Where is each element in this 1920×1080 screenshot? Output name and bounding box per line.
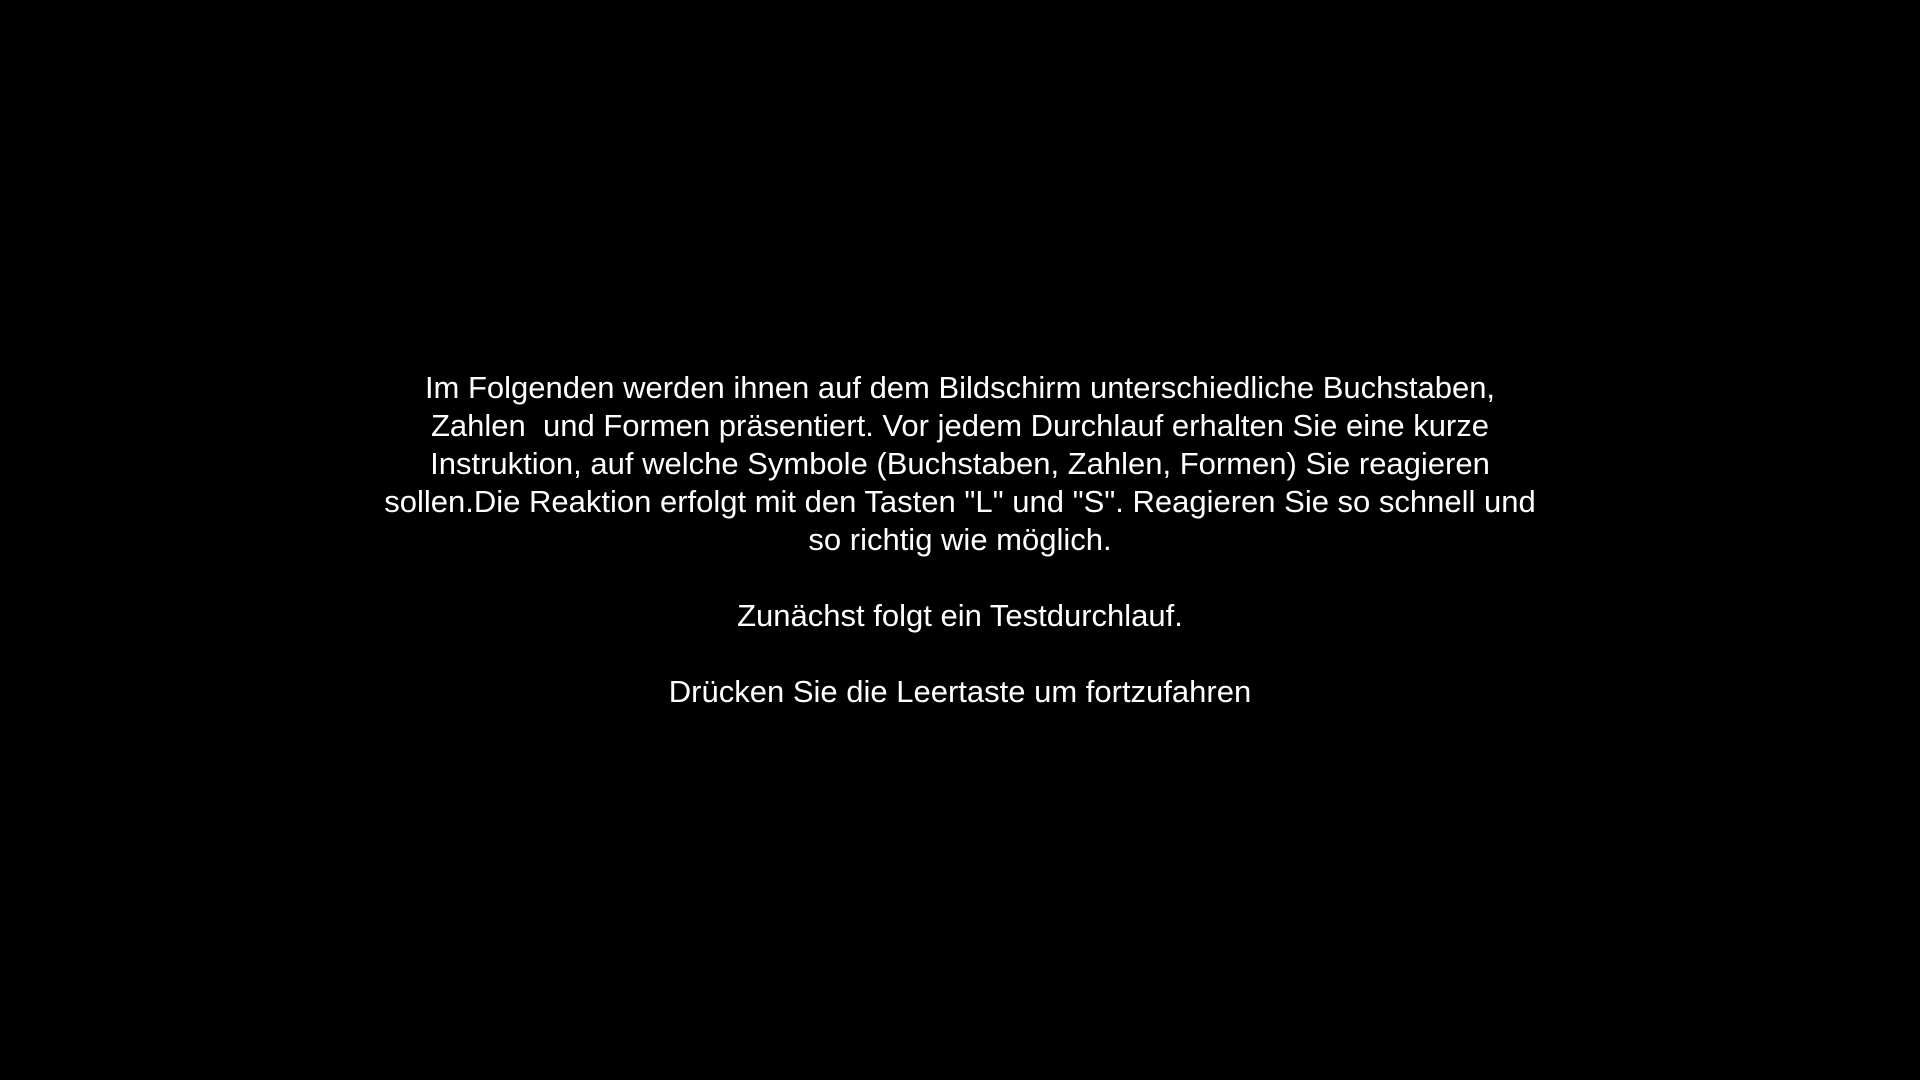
instruction-text-block: Im Folgenden werden ihnen auf dem Bildsc… [0, 369, 1920, 711]
line-spacer [0, 559, 1920, 597]
instruction-line: Instruktion, auf welche Symbole (Buchsta… [430, 446, 1490, 481]
line-spacer [0, 635, 1920, 673]
instruction-line: Im Folgenden werden ihnen auf dem Bildsc… [424, 370, 1496, 405]
instruction-line: Zahlen und Formen präsentiert. Vor jedem… [430, 408, 1489, 443]
instruction-line: so richtig wie möglich. [808, 522, 1112, 557]
continue-prompt: Drücken Sie die Leertaste um fortzufahre… [668, 674, 1252, 709]
test-notice: Zunächst folgt ein Testdurchlauf. [737, 598, 1183, 633]
instruction-screen: Im Folgenden werden ihnen auf dem Bildsc… [0, 0, 1920, 1080]
instruction-line: sollen.Die Reaktion erfolgt mit den Tast… [384, 484, 1536, 519]
